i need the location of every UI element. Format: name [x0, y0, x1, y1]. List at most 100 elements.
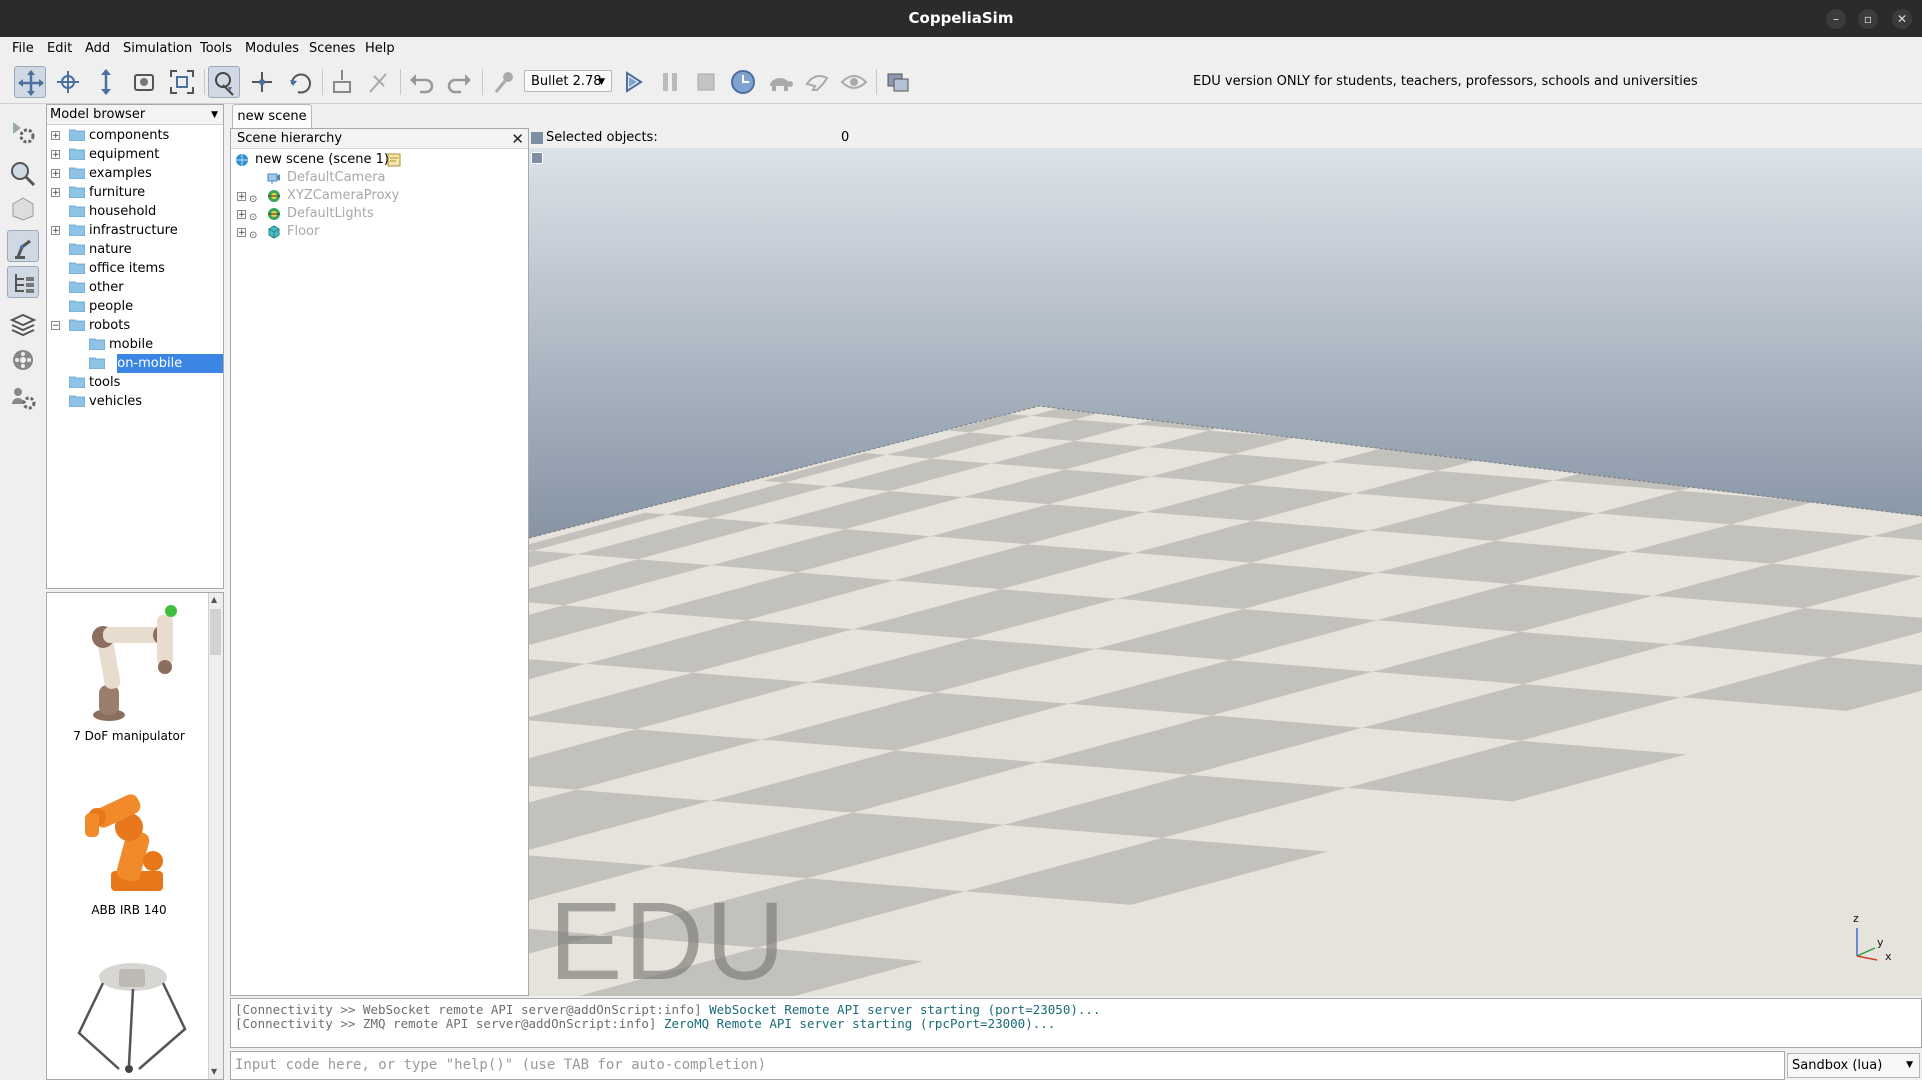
search-icon[interactable] — [7, 158, 39, 190]
hierarchy-item-camera[interactable]: DefaultCamera — [231, 169, 528, 187]
object-select-icon[interactable] — [208, 66, 240, 98]
info-toggle-icon[interactable] — [531, 152, 543, 164]
folder-item-mobile[interactable]: mobile — [47, 335, 223, 354]
folder-item-infrastructure[interactable]: + infrastructure — [47, 221, 223, 240]
layers-icon[interactable] — [7, 308, 39, 340]
model-browser-header[interactable]: Model browser ▼ — [47, 105, 223, 125]
toolbar-separator — [876, 69, 877, 95]
folder-item-robots[interactable]: − robots — [47, 316, 223, 335]
menu-simulation[interactable]: Simulation — [121, 37, 194, 61]
folder-item-tools[interactable]: tools — [47, 373, 223, 392]
shape-object-icon — [268, 225, 280, 239]
robot-arm-icon[interactable] — [7, 230, 39, 262]
interpreter-select[interactable]: Sandbox (lua) ▼ — [1787, 1053, 1920, 1078]
scene-root-row[interactable]: new scene (scene 1) — [231, 151, 528, 169]
minimize-button[interactable]: – — [1826, 9, 1846, 29]
shape-edit-icon[interactable] — [7, 192, 39, 224]
scene-render[interactable] — [529, 128, 1922, 996]
folder-item-vehicles[interactable]: vehicles — [47, 392, 223, 411]
physics-engine-select[interactable]: Bullet 2.78 ▼ — [524, 70, 612, 92]
code-input[interactable]: Input code here, or type "help()" (use T… — [230, 1051, 1785, 1080]
real-time-icon[interactable] — [727, 66, 759, 98]
maximize-button[interactable]: ▫ — [1858, 9, 1878, 29]
stop-icon[interactable] — [690, 66, 722, 98]
folder-item-other[interactable]: other — [47, 278, 223, 297]
scroll-down-icon[interactable]: ▼ — [211, 1067, 217, 1076]
hierarchy-item-floor[interactable]: + ⊙ Floor — [231, 223, 528, 241]
simulation-settings-icon[interactable] — [7, 116, 39, 148]
scroll-up-icon[interactable]: ▲ — [211, 595, 217, 604]
hierarchy-item-xyzcameraproxy[interactable]: + ⊙ XYZCameraProxy — [231, 187, 528, 205]
hierarchy-item-label: DefaultCamera — [287, 170, 386, 185]
menu-scenes[interactable]: Scenes — [307, 37, 357, 61]
object-move-icon[interactable] — [246, 66, 278, 98]
folder-label: infrastructure — [89, 223, 178, 238]
undo-icon[interactable] — [406, 66, 438, 98]
folder-label: non-mobile — [109, 356, 183, 371]
chevron-down-icon: ▼ — [598, 77, 605, 87]
thumbnail-7dof-manipulator[interactable] — [59, 597, 199, 727]
3d-viewport[interactable]: Selected objects: 0 EDU z y x — [529, 128, 1922, 996]
expand-icon[interactable]: + — [51, 188, 60, 198]
menu-edit[interactable]: Edit — [45, 37, 74, 61]
expand-icon[interactable]: + — [237, 228, 246, 238]
folder-item-office-items[interactable]: office items — [47, 259, 223, 278]
pause-icon[interactable] — [654, 66, 686, 98]
expand-icon[interactable]: + — [237, 210, 246, 220]
folder-label: other — [89, 280, 124, 295]
folder-icon — [69, 148, 85, 160]
play-icon[interactable] — [617, 66, 649, 98]
user-settings-icon[interactable] — [7, 382, 39, 414]
slow-down-icon[interactable] — [764, 66, 796, 98]
dummy-object-icon — [268, 208, 280, 220]
model-browser-title: Model browser — [50, 107, 146, 122]
folder-item-equipment[interactable]: + equipment — [47, 145, 223, 164]
camera-shift-icon[interactable] — [90, 66, 122, 98]
folder-item-people[interactable]: people — [47, 297, 223, 316]
scene-pages-icon[interactable] — [882, 66, 914, 98]
tab-new-scene[interactable]: new scene — [232, 104, 312, 128]
folder-item-examples[interactable]: + examples — [47, 164, 223, 183]
menu-file[interactable]: File — [10, 37, 36, 61]
script-icon[interactable] — [387, 153, 401, 167]
camera-angle-icon[interactable] — [128, 66, 160, 98]
hierarchy-item-defaultlights[interactable]: + ⊙ DefaultLights — [231, 205, 528, 223]
dynamics-toggle-icon[interactable] — [488, 66, 520, 98]
thumbnail-delta-robot[interactable] — [59, 949, 199, 1079]
collapse-icon[interactable]: − — [51, 321, 60, 331]
folder-item-nature[interactable]: nature — [47, 240, 223, 259]
thumbnail-abb-irb-140[interactable] — [59, 771, 199, 901]
menu-help[interactable]: Help — [363, 37, 397, 61]
thumbnails-scrollbar[interactable]: ▲ ▼ — [208, 593, 223, 1079]
object-rotate-icon[interactable] — [284, 66, 316, 98]
assemble-icon[interactable] — [326, 66, 358, 98]
folder-label: people — [89, 299, 134, 314]
folder-item-components[interactable]: + components — [47, 126, 223, 145]
redo-icon[interactable] — [443, 66, 475, 98]
transfer-dna-icon[interactable] — [362, 66, 394, 98]
speed-up-icon[interactable] — [801, 66, 833, 98]
camera-rotate-icon[interactable] — [52, 66, 84, 98]
close-window-button[interactable]: ✕ — [1892, 9, 1912, 29]
folder-item-furniture[interactable]: + furniture — [47, 183, 223, 202]
scrollbar-thumb[interactable] — [210, 609, 221, 655]
expand-icon[interactable]: + — [51, 131, 60, 141]
expand-icon[interactable]: + — [237, 192, 246, 202]
folder-icon — [69, 224, 85, 236]
expand-icon[interactable]: + — [51, 150, 60, 160]
selection-toggle-icon[interactable] — [531, 132, 543, 144]
visualization-toggle-icon[interactable] — [838, 66, 870, 98]
menubar: File Edit Add Simulation Tools Modules S… — [0, 37, 1922, 61]
menu-add[interactable]: Add — [83, 37, 112, 61]
folder-item-non-mobile[interactable]: non-mobile — [47, 354, 223, 373]
close-icon[interactable]: ✕ — [511, 130, 524, 148]
fit-to-view-icon[interactable] — [166, 66, 198, 98]
expand-icon[interactable]: + — [51, 169, 60, 179]
scene-hierarchy-toggle-icon[interactable] — [7, 266, 39, 298]
menu-modules[interactable]: Modules — [243, 37, 301, 61]
menu-tools[interactable]: Tools — [198, 37, 234, 61]
camera-pan-icon[interactable] — [14, 66, 46, 98]
folder-item-household[interactable]: household — [47, 202, 223, 221]
expand-icon[interactable]: + — [51, 226, 60, 236]
video-recorder-icon[interactable] — [7, 344, 39, 376]
